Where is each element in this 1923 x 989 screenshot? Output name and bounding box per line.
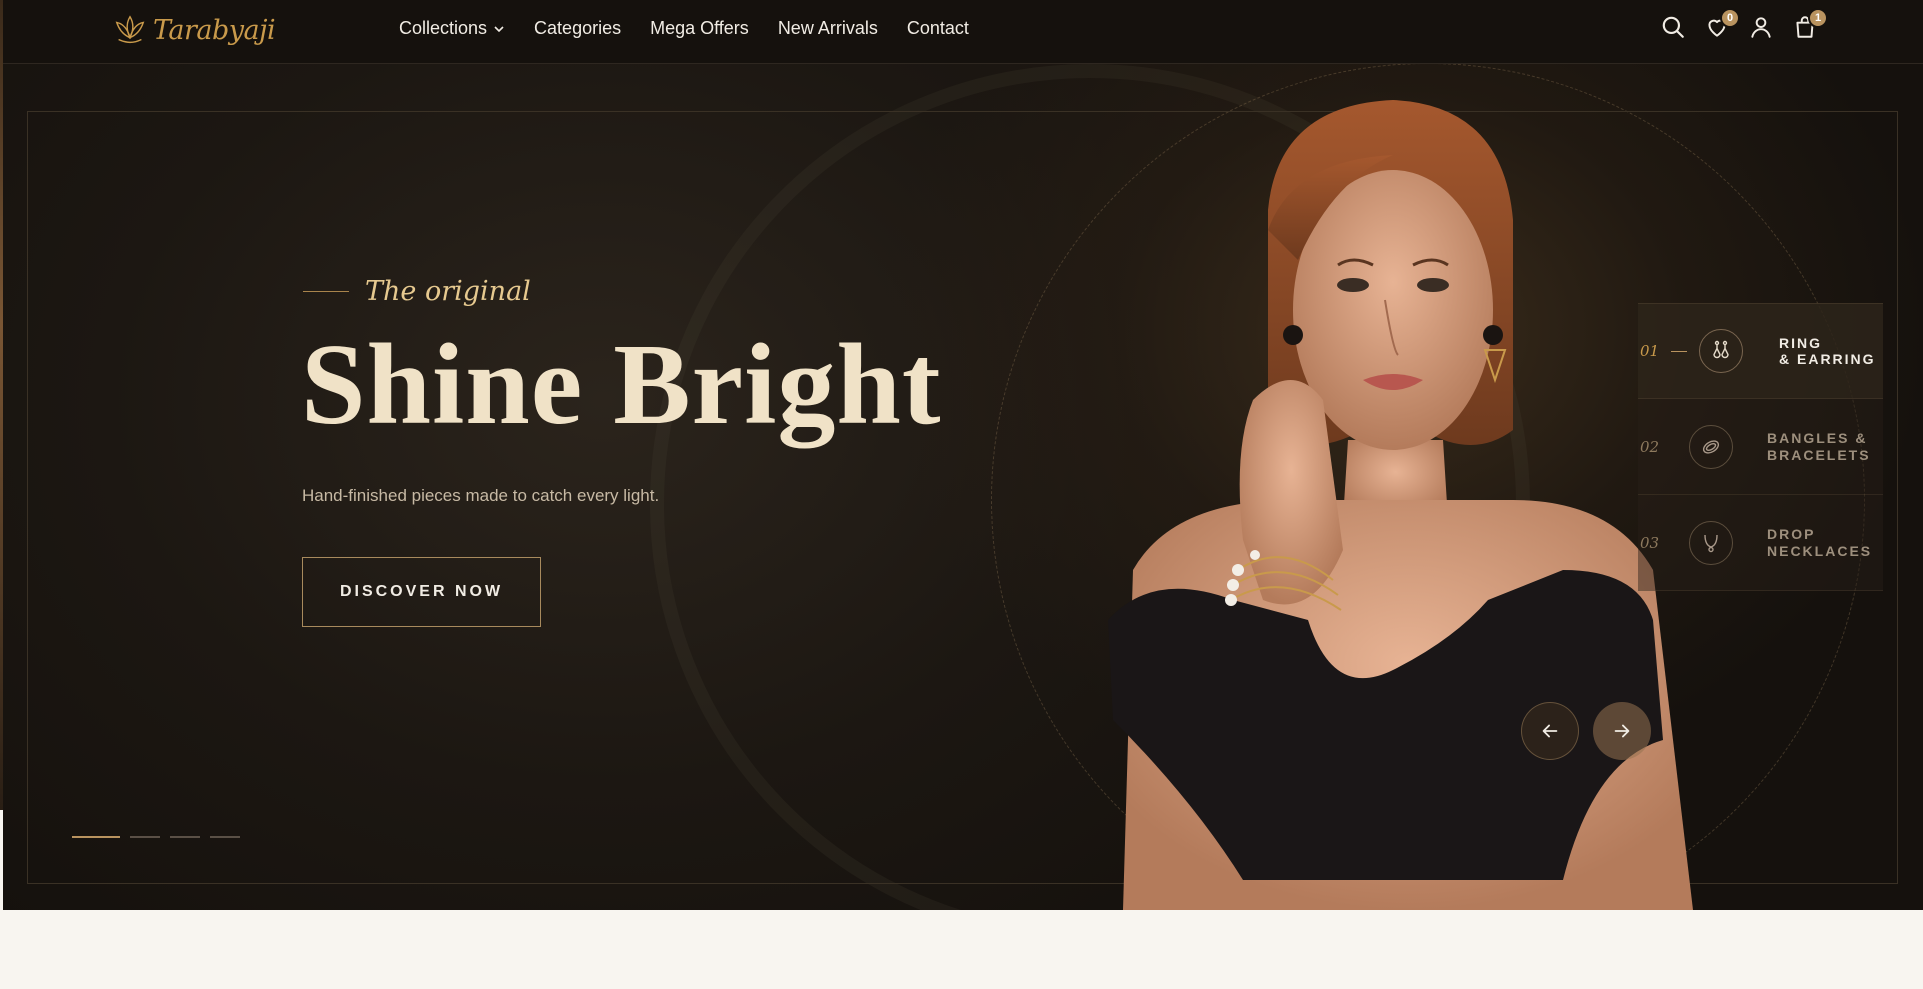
nav-item-contact[interactable]: Contact — [907, 18, 969, 39]
nav-label: Collections — [399, 18, 488, 38]
header-actions: 0 1 — [1660, 8, 1828, 42]
model-image — [1108, 100, 1693, 910]
slide-dot-2[interactable] — [130, 836, 160, 838]
cart-count-badge: 1 — [1808, 8, 1828, 28]
site-header: Tarabyaji Collections Categories Mega Of… — [3, 0, 1923, 64]
category-tab-bangles-bracelets[interactable]: 02 BANGLES & BRACELETS — [1638, 399, 1883, 495]
account-button[interactable] — [1748, 14, 1774, 42]
slide-dot-1[interactable] — [72, 836, 120, 838]
search-button[interactable] — [1660, 14, 1686, 42]
bracelet-icon — [1689, 424, 1733, 469]
prev-slide-button[interactable] — [1521, 702, 1579, 760]
arrow-left-icon — [1542, 724, 1558, 738]
category-label: DROP NECKLACES — [1767, 526, 1873, 559]
arrow-right-icon — [1614, 724, 1630, 738]
hero-headline: Shine Bright — [301, 321, 942, 449]
chevron-down-icon — [494, 25, 504, 32]
hero-eyebrow: The original — [303, 276, 531, 307]
category-dash — [1671, 350, 1687, 352]
nav-item-new-arrivals[interactable]: New Arrivals — [778, 18, 878, 39]
hero-section: The original Shine Bright Hand-finished … — [3, 0, 1923, 910]
category-number: 03 — [1640, 533, 1660, 552]
wishlist-count-badge: 0 — [1720, 8, 1740, 28]
necklace-icon — [1689, 520, 1733, 565]
brand-logo[interactable]: Tarabyaji — [111, 10, 276, 50]
nav-item-categories[interactable]: Categories — [534, 18, 621, 39]
discover-now-button[interactable]: DISCOVER NOW — [302, 557, 541, 627]
slide-dot-4[interactable] — [210, 836, 240, 838]
lotus-icon — [115, 15, 145, 44]
nav-item-collections[interactable]: Collections — [399, 18, 505, 39]
category-tab-ring-earring[interactable]: 01 RING & EARRING — [1638, 303, 1883, 399]
category-number: 01 — [1640, 342, 1660, 360]
category-label: BANGLES & BRACELETS — [1767, 430, 1871, 463]
next-slide-button[interactable] — [1593, 702, 1651, 760]
search-icon — [1662, 16, 1684, 38]
earring-icon — [1699, 329, 1743, 373]
wishlist-button[interactable]: 0 — [1704, 8, 1740, 42]
slide-indicators — [72, 836, 240, 838]
slide-dot-3[interactable] — [170, 836, 200, 838]
user-icon — [1751, 17, 1771, 38]
category-tabs: 01 RING & EARRING 02 BANGLES & BRACELETS — [1638, 303, 1883, 591]
category-label: RING & EARRING — [1779, 334, 1876, 367]
eyebrow-text: The original — [365, 276, 531, 307]
hero-subtitle: Hand-finished pieces made to catch every… — [302, 486, 660, 505]
category-tab-drop-necklaces[interactable]: 03 DROP NECKLACES — [1638, 495, 1883, 591]
brand-name: Tarabyaji — [153, 14, 276, 46]
nav-item-mega-offers[interactable]: Mega Offers — [650, 18, 749, 39]
main-nav: Collections Categories Mega Offers New A… — [399, 18, 969, 39]
eyebrow-line — [303, 291, 349, 292]
category-number: 02 — [1640, 437, 1660, 456]
cart-button[interactable]: 1 — [1792, 8, 1828, 42]
